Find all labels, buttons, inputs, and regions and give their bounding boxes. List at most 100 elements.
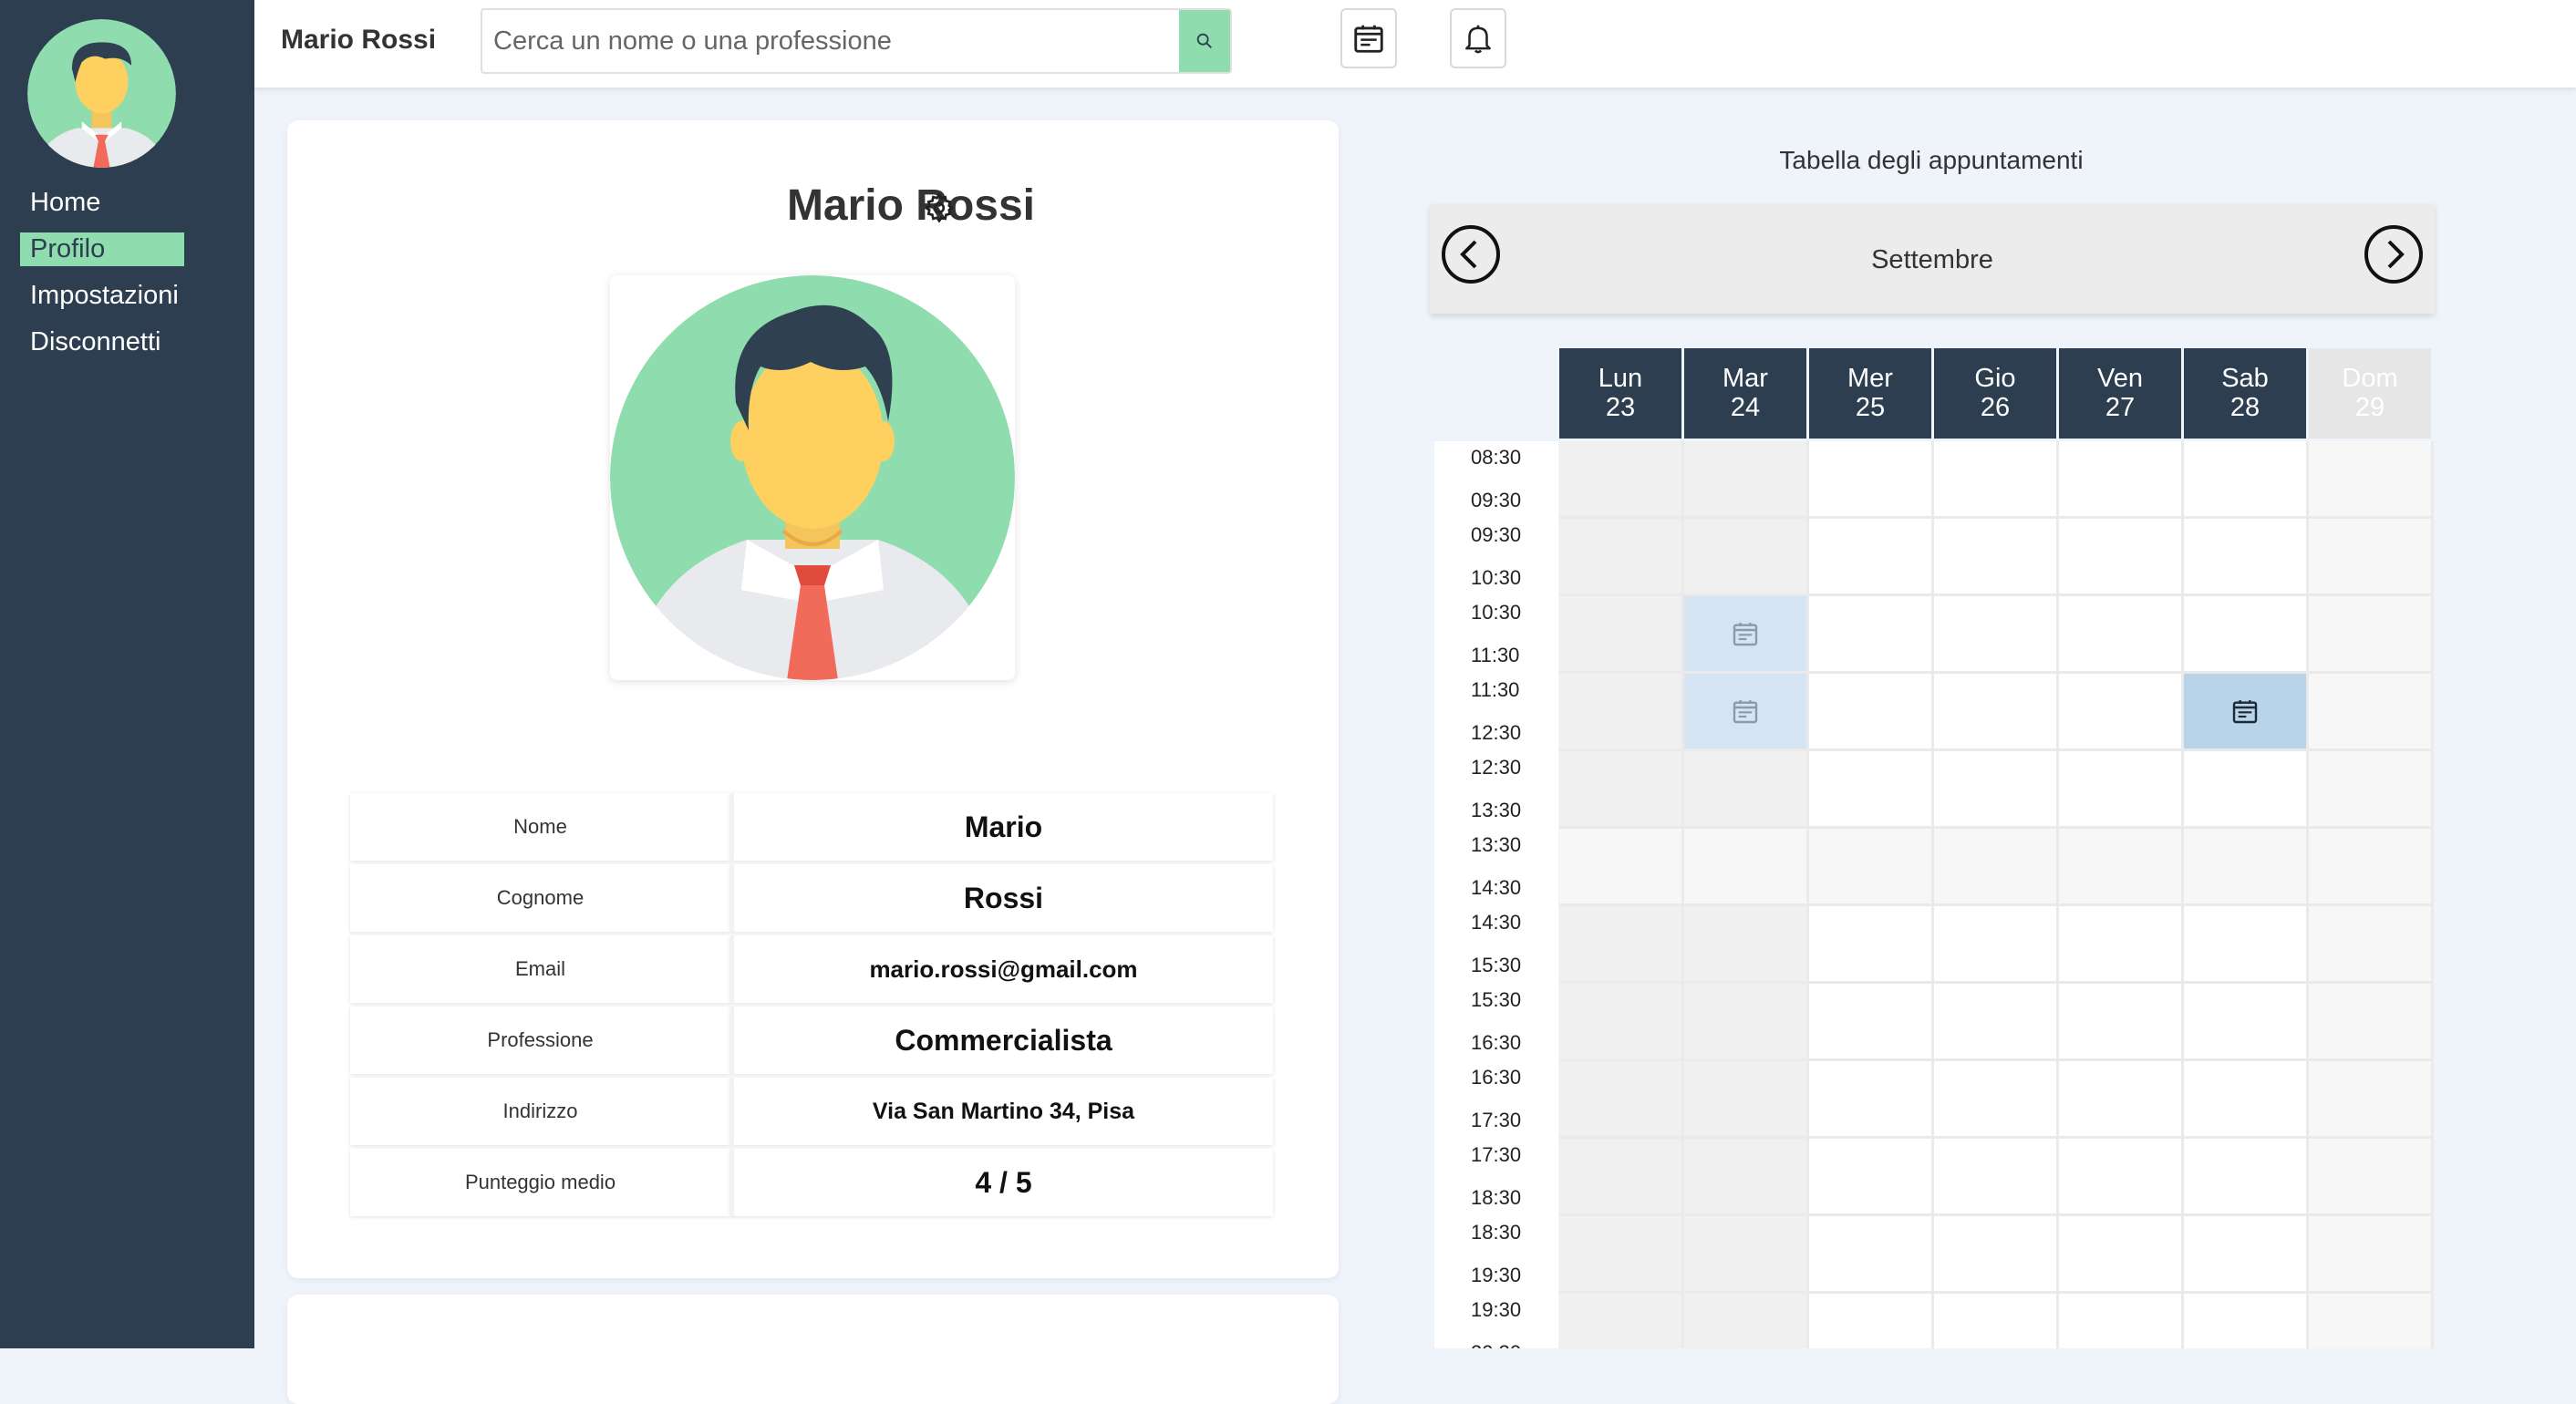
- calendar-slot[interactable]: [1934, 1139, 2059, 1216]
- appointment-slot[interactable]: [2184, 674, 2309, 751]
- notifications-button[interactable]: [1450, 8, 1506, 68]
- calendar-slot[interactable]: [1809, 751, 1934, 829]
- calendar-slot[interactable]: [2184, 1294, 2309, 1348]
- calendar-slot: [2309, 674, 2434, 751]
- calendar-slot[interactable]: [2184, 984, 2309, 1061]
- sidebar-item-home[interactable]: Home: [20, 186, 184, 220]
- calendar-slot[interactable]: [1809, 984, 1934, 1061]
- calendar-icon: [1733, 700, 1758, 724]
- calendar-slot[interactable]: [2184, 441, 2309, 519]
- calendar-slot[interactable]: [2059, 1061, 2184, 1139]
- slot-end: 13:30: [1471, 799, 1522, 821]
- slot-end: 10:30: [1471, 566, 1522, 589]
- calendar-slot[interactable]: [2059, 674, 2184, 751]
- calendar-slot[interactable]: [1684, 1294, 1809, 1348]
- appointment-slot[interactable]: [1684, 674, 1809, 751]
- calendar-slot[interactable]: [1934, 751, 2059, 829]
- calendar-slot[interactable]: [1934, 519, 2059, 596]
- calendar-slot[interactable]: [2059, 1294, 2184, 1348]
- sidebar-item-impostazioni[interactable]: Impostazioni: [20, 279, 184, 313]
- calendar-slot[interactable]: [1934, 1216, 2059, 1294]
- calendar-slot[interactable]: [1684, 751, 1809, 829]
- calendar-slot: [2309, 1061, 2434, 1139]
- chevron-right-icon[interactable]: [2364, 224, 2424, 284]
- calendar-slot[interactable]: [2059, 441, 2184, 519]
- calendar-slot[interactable]: [1934, 984, 2059, 1061]
- calendar-slot[interactable]: [1684, 984, 1809, 1061]
- calendar-slot[interactable]: [1559, 1294, 1684, 1348]
- calendar-slot[interactable]: [1559, 674, 1684, 751]
- calendar-slot[interactable]: [1934, 906, 2059, 984]
- slot-start: 12:30: [1471, 756, 1522, 779]
- time-slot-label: 19:30 20:30: [1434, 1294, 1558, 1348]
- calendar-slot[interactable]: [1809, 906, 1934, 984]
- sidebar-item-disconnetti[interactable]: Disconnetti: [20, 325, 184, 359]
- calendar-slot[interactable]: [2184, 1139, 2309, 1216]
- calendar-slot[interactable]: [2059, 596, 2184, 674]
- calendar-slot[interactable]: [2184, 1216, 2309, 1294]
- day-number: 28: [2229, 393, 2260, 422]
- calendar-slot[interactable]: [1809, 1216, 1934, 1294]
- calendar-slot[interactable]: [1559, 906, 1684, 984]
- calendar-slot[interactable]: [2184, 1061, 2309, 1139]
- calendar-slot[interactable]: [1559, 1216, 1684, 1294]
- calendar-slot[interactable]: [1559, 751, 1684, 829]
- calendar-slot[interactable]: [1809, 1294, 1934, 1348]
- time-slot-label: 14:30 15:30: [1434, 906, 1558, 984]
- slot-end: 15:30: [1471, 954, 1522, 976]
- sidebar-item-profilo[interactable]: Profilo: [20, 232, 184, 266]
- calendar-slot[interactable]: [2184, 519, 2309, 596]
- calendar-slot[interactable]: [1684, 1216, 1809, 1294]
- calendar-slot[interactable]: [1684, 519, 1809, 596]
- calendar-slot: [1934, 829, 2059, 906]
- calendar-slot[interactable]: [1934, 596, 2059, 674]
- calendar-slot[interactable]: [2184, 906, 2309, 984]
- calendar-slot[interactable]: [1934, 1294, 2059, 1348]
- calendar-slot[interactable]: [1684, 1061, 1809, 1139]
- gear-icon[interactable]: [923, 191, 956, 224]
- calendar-slot[interactable]: [1559, 519, 1684, 596]
- calendar-slot[interactable]: [1684, 906, 1809, 984]
- calendar-slot[interactable]: [2184, 596, 2309, 674]
- calendar-slot[interactable]: [2059, 751, 2184, 829]
- calendar-slot: [2309, 1216, 2434, 1294]
- calendar-slot[interactable]: [1809, 596, 1934, 674]
- search-input[interactable]: [482, 10, 1179, 72]
- day-number: 24: [1730, 393, 1761, 422]
- calendar-slot[interactable]: [1934, 674, 2059, 751]
- appointment-slot[interactable]: [1684, 596, 1809, 674]
- calendar-slot[interactable]: [1809, 441, 1934, 519]
- row-value: Rossi: [730, 864, 1273, 932]
- calendar-slot[interactable]: [1684, 1139, 1809, 1216]
- calendar-slot[interactable]: [1559, 1139, 1684, 1216]
- slot-end: 17:30: [1471, 1109, 1522, 1131]
- calendar-slot[interactable]: [2059, 1216, 2184, 1294]
- profile-avatar-image: [610, 275, 1015, 680]
- calendar-slot: [1684, 829, 1809, 906]
- table-row-cognome: Cognome Rossi: [350, 864, 1273, 932]
- calendar-slot[interactable]: [1809, 1139, 1934, 1216]
- calendar-slot[interactable]: [1809, 674, 1934, 751]
- slot-end: 12:30: [1471, 721, 1522, 744]
- search-button[interactable]: [1179, 10, 1230, 72]
- calendar-slot[interactable]: [2059, 1139, 2184, 1216]
- calendar-slot[interactable]: [1934, 441, 2059, 519]
- calendar-slot[interactable]: [1809, 519, 1934, 596]
- calendar-slot[interactable]: [1559, 596, 1684, 674]
- calendar-slot[interactable]: [2059, 519, 2184, 596]
- calendar-icon: [1733, 623, 1758, 646]
- calendar-button[interactable]: [1340, 8, 1397, 68]
- calendar-slot[interactable]: [1559, 984, 1684, 1061]
- table-row-nome: Nome Mario: [350, 793, 1273, 861]
- slot-end: 20:30: [1471, 1341, 1521, 1348]
- row-label: Nome: [350, 793, 730, 861]
- calendar-slot[interactable]: [1684, 441, 1809, 519]
- calendar-slot[interactable]: [1934, 1061, 2059, 1139]
- calendar-slot[interactable]: [1559, 441, 1684, 519]
- calendar-slot[interactable]: [2059, 906, 2184, 984]
- calendar-slot[interactable]: [2059, 984, 2184, 1061]
- slot-end: 11:30: [1471, 644, 1520, 666]
- calendar-slot[interactable]: [1809, 1061, 1934, 1139]
- calendar-slot[interactable]: [1559, 1061, 1684, 1139]
- calendar-slot[interactable]: [2184, 751, 2309, 829]
